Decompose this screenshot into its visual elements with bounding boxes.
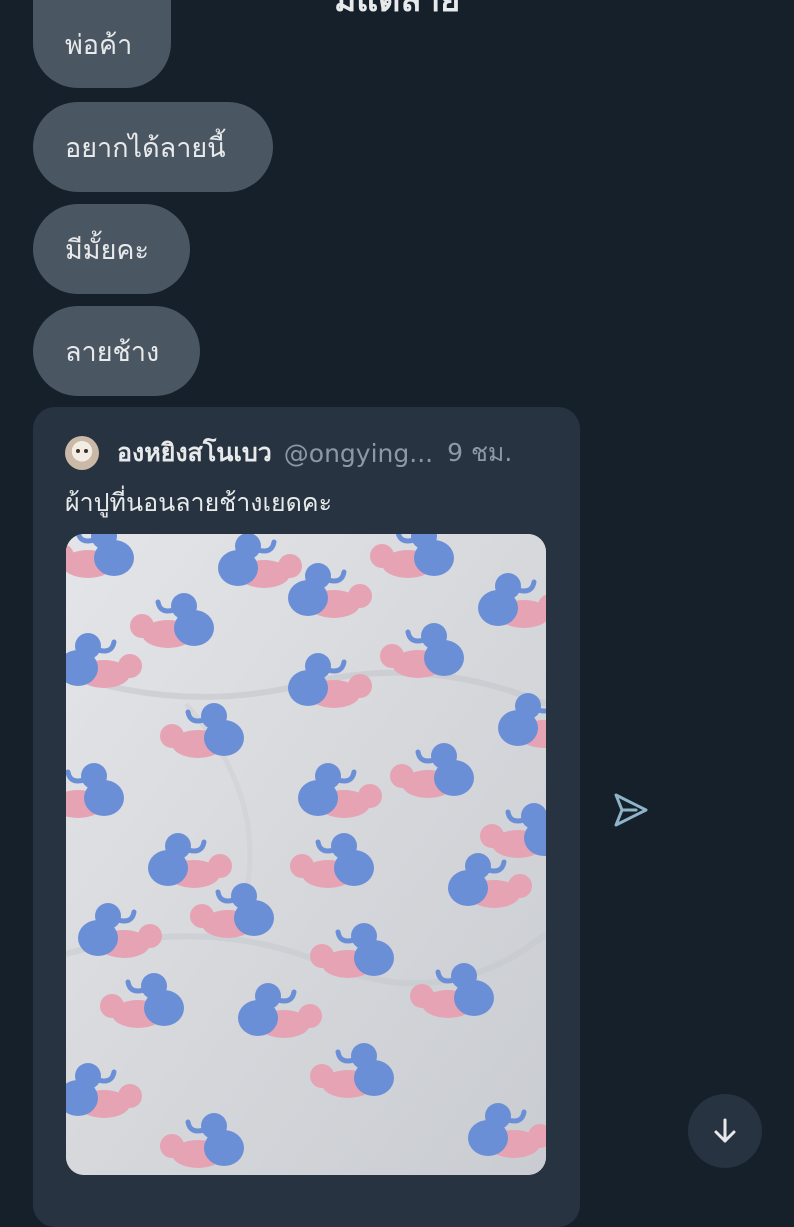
elephant-pattern-image: [66, 534, 546, 1175]
quoted-post-card[interactable]: องหยิงสโนเบว @ongying... 9 ชม. ผ้าปูที่น…: [33, 407, 580, 1227]
post-time: 9 ชม.: [447, 438, 513, 467]
quoted-post-image[interactable]: [66, 534, 546, 1175]
arrow-down-icon: [714, 1118, 736, 1143]
message-bubble[interactable]: ลายช้าง: [33, 306, 200, 396]
author-avatar[interactable]: [65, 436, 99, 470]
message-text: อยากได้ลายนี้: [65, 132, 226, 164]
message-text: มีมั้ยคะ: [65, 234, 149, 266]
message-bubble[interactable]: พ่อค้า: [33, 0, 171, 88]
message-text: พ่อค้า: [65, 29, 133, 61]
scroll-down-button[interactable]: [688, 1094, 762, 1168]
message-bubble[interactable]: อยากได้ลายนี้: [33, 102, 273, 192]
author-name[interactable]: องหยิงสโนเบว: [117, 433, 272, 473]
quoted-post-text: ผ้าปูที่นอนลายช้างเยดคะ: [65, 488, 333, 517]
quoted-post-header: องหยิงสโนเบว @ongying... 9 ชม.: [65, 433, 555, 473]
message-bubble[interactable]: มีมั้ยคะ: [33, 204, 190, 294]
send-icon[interactable]: [610, 790, 650, 830]
message-text: ลายช้าง: [65, 336, 160, 368]
author-handle[interactable]: @ongying...: [284, 439, 433, 468]
